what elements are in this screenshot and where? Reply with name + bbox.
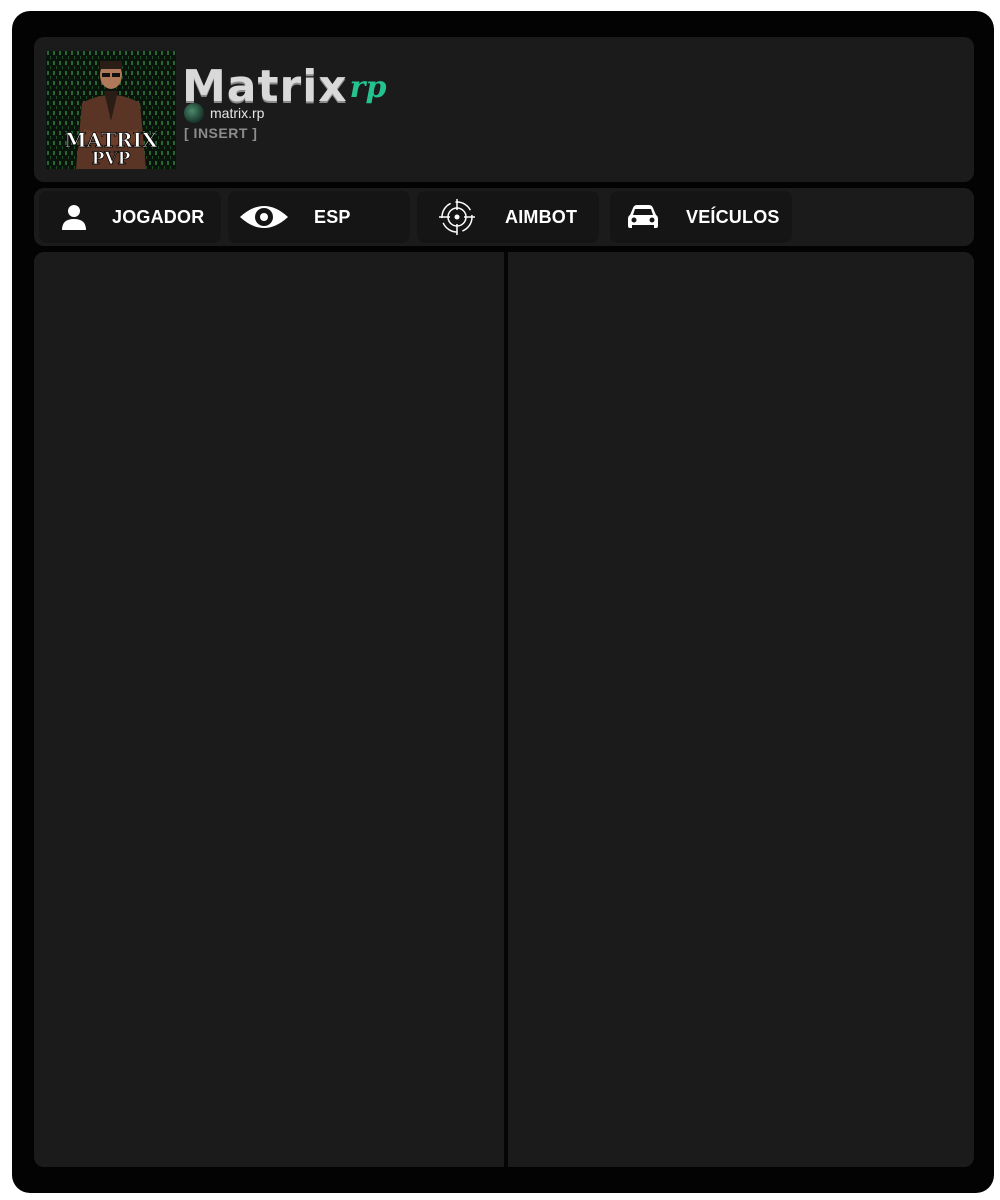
content-area — [34, 252, 974, 1167]
brand-logo: Matrix rp — [182, 57, 386, 109]
tab-label: VEÍCULOS — [686, 207, 780, 227]
tab-label: ESP — [314, 207, 351, 227]
left-panel — [34, 252, 504, 1167]
app-window: MATRIX PVP Matrix rp matrix.rp [ INSERT … — [12, 11, 994, 1193]
eye-icon — [238, 191, 290, 243]
tab-jogador[interactable]: JOGADOR — [39, 191, 221, 243]
hotkey-hint: [ INSERT ] — [184, 125, 258, 141]
person-icon — [59, 191, 89, 243]
header: MATRIX PVP Matrix rp matrix.rp [ INSERT … — [34, 37, 974, 182]
right-panel — [508, 252, 974, 1167]
tab-label: AIMBOT — [505, 207, 578, 227]
server-name: matrix.rp — [210, 105, 265, 121]
server-line: matrix.rp — [184, 103, 264, 123]
poster-subtitle: PVP — [92, 149, 131, 169]
crosshair-icon — [437, 191, 477, 243]
tab-label: JOGADOR — [112, 207, 205, 227]
tab-aimbot[interactable]: AIMBOT — [417, 191, 599, 243]
poster-image: MATRIX PVP — [46, 51, 176, 169]
tab-veiculos[interactable]: VEÍCULOS — [610, 191, 792, 243]
tab-esp[interactable]: ESP — [228, 191, 410, 243]
logo-suffix: rp — [349, 70, 387, 105]
avatar — [184, 103, 204, 123]
car-icon — [626, 191, 660, 243]
tab-bar: JOGADOR ESP AIMBOT VEÍCULOS — [34, 188, 974, 246]
